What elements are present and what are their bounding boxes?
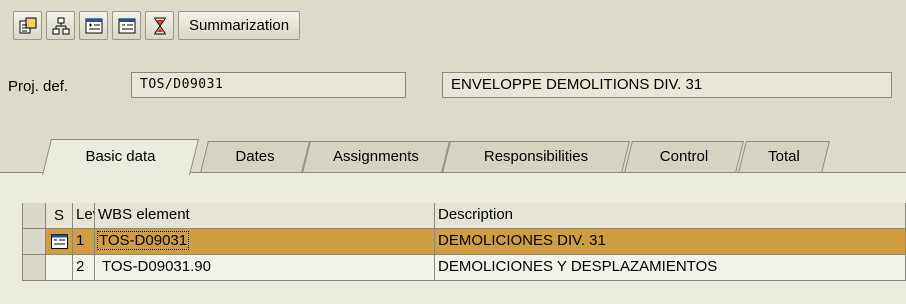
column-header-wbs-element[interactable]: WBS element <box>95 203 435 229</box>
tab-responsibilities[interactable]: Responsibilities <box>442 141 630 173</box>
tab-assignments[interactable]: Assignments <box>302 141 450 173</box>
select-all-cell[interactable] <box>22 203 46 229</box>
proj-def-label: Proj. def. <box>8 78 69 95</box>
toolbar: Summarization <box>13 11 301 43</box>
filter-button[interactable] <box>145 11 174 40</box>
description-cell: DEMOLICIONES DIV. 31 <box>435 229 906 255</box>
expand-tree-icon <box>85 18 102 33</box>
proj-def-field[interactable]: TOS/D09031 <box>131 72 406 98</box>
expand-tree-button[interactable] <box>79 11 108 40</box>
column-header-status[interactable]: S <box>46 203 73 229</box>
tab-dates[interactable]: Dates <box>200 141 310 173</box>
table-row[interactable]: 2 TOS-D09031.90 DEMOLICIONES Y DESPLAZAM… <box>22 255 906 281</box>
hierarchy-button[interactable] <box>46 11 75 40</box>
wbs-element-cell[interactable]: TOS-D09031 <box>95 229 435 255</box>
wbs-element-cell[interactable]: TOS-D09031.90 <box>95 255 435 281</box>
column-header-description[interactable]: Description <box>435 203 906 229</box>
level-cell: 1 <box>73 229 95 255</box>
row-selector[interactable] <box>22 255 46 281</box>
collapse-tree-icon <box>118 18 135 33</box>
hierarchy-icon <box>52 17 69 34</box>
table-row[interactable]: 1 TOS-D09031 DEMOLICIONES DIV. 31 <box>22 229 906 255</box>
status-cell[interactable] <box>46 255 73 281</box>
hierarchy-node-icon <box>50 234 68 249</box>
view-switch-icon <box>19 17 36 33</box>
description-cell: DEMOLICIONES Y DESPLAZAMIENTOS <box>435 255 906 281</box>
column-header-level[interactable]: Lev <box>73 203 95 229</box>
tab-basic-data[interactable]: Basic data <box>42 139 199 175</box>
view-switch-button[interactable] <box>13 11 42 40</box>
row-selector[interactable] <box>22 229 46 255</box>
tab-control[interactable]: Control <box>624 141 744 173</box>
summarization-button[interactable]: Summarization <box>178 11 301 40</box>
filter-icon <box>153 17 166 34</box>
wbs-element-value[interactable]: TOS-D09031 <box>96 231 190 250</box>
level-cell: 2 <box>73 255 95 281</box>
status-cell[interactable] <box>46 229 73 255</box>
tab-total[interactable]: Total <box>738 141 830 173</box>
proj-description-field: ENVELOPPE DEMOLITIONS DIV. 31 <box>442 72 892 98</box>
collapse-tree-button[interactable] <box>112 11 141 40</box>
table-header-row: S Lev WBS element Description <box>22 203 906 229</box>
